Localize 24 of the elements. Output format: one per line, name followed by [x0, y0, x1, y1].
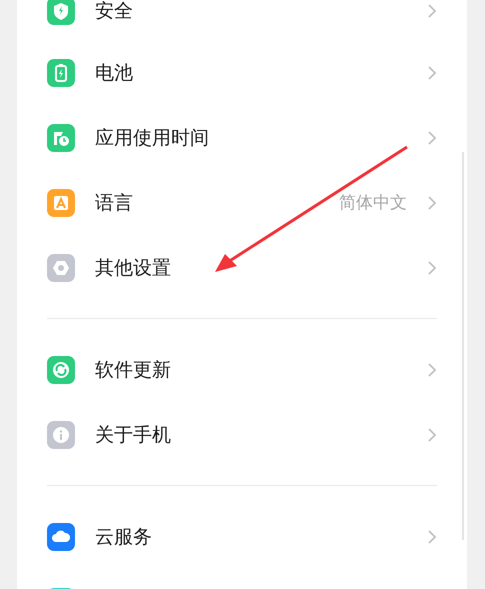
battery-icon	[47, 58, 75, 86]
setting-label[interactable]: 应用使用时间	[95, 124, 427, 150]
chevron-icon	[427, 194, 437, 210]
cloud-icon	[47, 522, 75, 550]
setting-label[interactable]: 关于手机	[95, 422, 427, 448]
chevron-icon	[427, 3, 437, 19]
settings-icon	[47, 254, 75, 282]
update-icon	[47, 356, 75, 384]
setting-label[interactable]: 电池	[95, 60, 427, 86]
chevron-icon	[427, 260, 437, 276]
chevron-icon	[427, 130, 437, 146]
language-icon	[47, 188, 75, 216]
setting-label[interactable]: 安全	[95, 0, 427, 24]
chevron-icon	[427, 426, 437, 442]
setting-value: 简体中文	[339, 192, 407, 214]
setting-label[interactable]: 软件更新	[95, 356, 427, 382]
chevron-icon	[427, 64, 437, 80]
setting-label[interactable]: 语言	[95, 190, 339, 216]
setting-label[interactable]: 云服务	[95, 524, 427, 550]
chevron-icon	[427, 528, 437, 544]
chevron-icon	[427, 362, 437, 378]
timer-icon	[47, 124, 75, 152]
setting-label[interactable]: 其他设置	[95, 254, 427, 280]
info-icon	[47, 420, 75, 448]
